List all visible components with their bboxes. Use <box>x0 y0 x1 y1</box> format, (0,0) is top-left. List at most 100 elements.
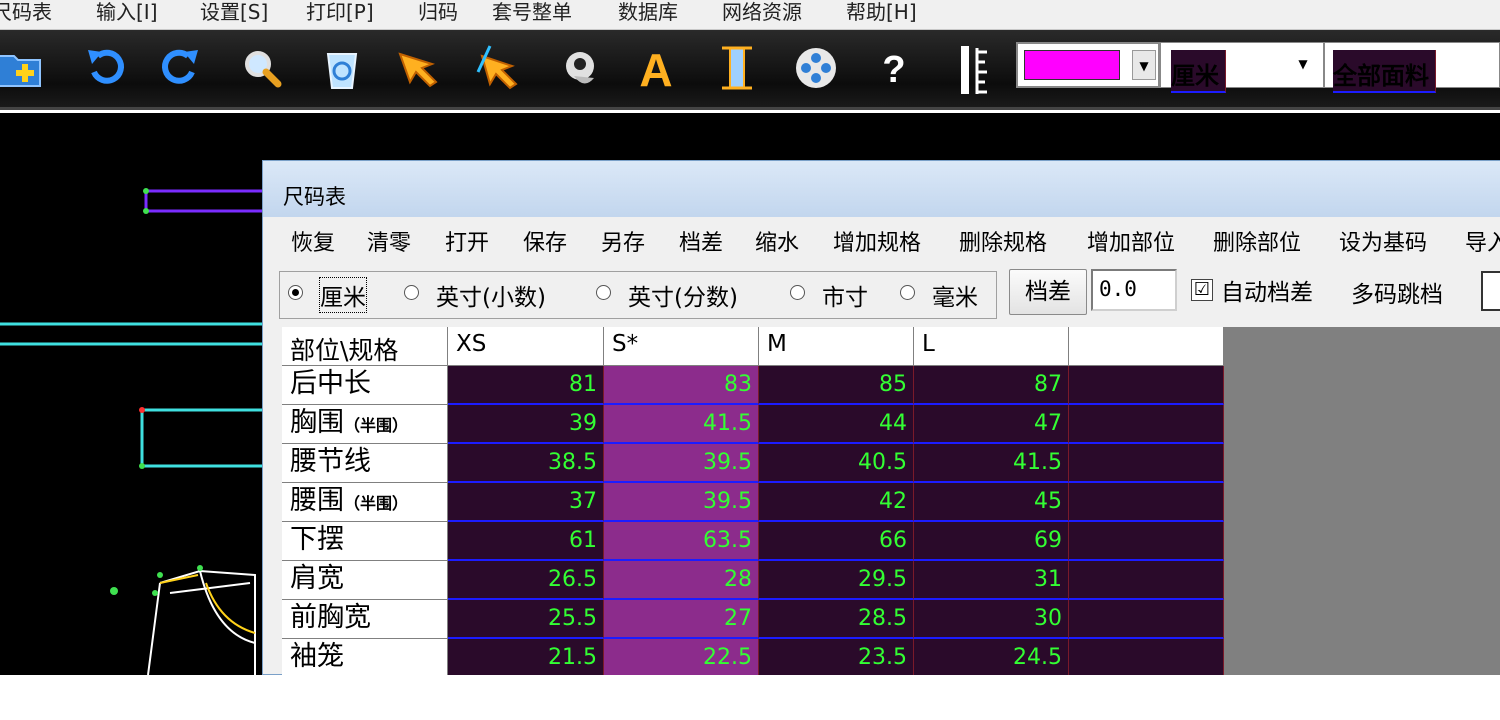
redo-icon[interactable] <box>154 42 206 94</box>
unit-label-inch-fraction[interactable]: 英寸(分数) <box>628 278 738 312</box>
size-column-header[interactable]: M <box>759 327 914 366</box>
unit-radio-inch-fraction[interactable] <box>596 285 611 300</box>
adjust-arrow-icon[interactable] <box>472 42 524 94</box>
undo-icon[interactable] <box>80 42 132 94</box>
measurement-cell[interactable] <box>1069 561 1224 600</box>
part-row-header[interactable]: 腰节线 <box>282 444 448 483</box>
measurement-cell[interactable]: 45 <box>914 483 1069 522</box>
measurement-cell[interactable]: 37 <box>448 483 604 522</box>
measurement-cell[interactable]: 69 <box>914 522 1069 561</box>
measurement-cell[interactable]: 26.5 <box>448 561 604 600</box>
save-button[interactable]: 保存 <box>523 225 567 257</box>
recycle-bin-icon[interactable] <box>316 42 368 94</box>
menu-size-chart[interactable]: 尺码表 <box>0 0 52 25</box>
measurement-cell[interactable]: 47 <box>914 405 1069 444</box>
ruler-icon[interactable] <box>955 42 995 98</box>
measurement-cell[interactable]: 28 <box>604 561 759 600</box>
measurement-cell[interactable]: 24.5 <box>914 639 1069 675</box>
measurement-cell[interactable] <box>1069 600 1224 639</box>
folder-add-icon[interactable] <box>0 42 46 94</box>
part-row-header[interactable]: 胸围（半围） <box>282 405 448 444</box>
measurement-cell[interactable]: 27 <box>604 600 759 639</box>
measurement-cell[interactable]: 44 <box>759 405 914 444</box>
measurement-cell[interactable]: 87 <box>914 366 1069 405</box>
unit-radio-shicun[interactable] <box>790 285 805 300</box>
menu-database[interactable]: 数据库 <box>618 0 678 25</box>
unit-label-cm[interactable]: 厘米 <box>319 277 367 313</box>
add-size-button[interactable]: 增加规格 <box>833 225 921 257</box>
measurement-cell[interactable]: 21.5 <box>448 639 604 675</box>
measurement-cell[interactable]: 66 <box>759 522 914 561</box>
measurement-cell[interactable]: 85 <box>759 366 914 405</box>
import-button[interactable]: 导入 <box>1465 225 1500 257</box>
help-icon[interactable]: ? <box>868 42 920 94</box>
delete-part-button[interactable]: 删除部位 <box>1213 225 1301 257</box>
grade-diff-button[interactable]: 档差 <box>679 225 723 257</box>
set-base-size-button[interactable]: 设为基码 <box>1339 225 1427 257</box>
zoom-icon[interactable] <box>236 42 288 94</box>
measurement-cell[interactable]: 40.5 <box>759 444 914 483</box>
chevron-down-icon[interactable]: ▼ <box>1291 49 1315 79</box>
chevron-down-icon[interactable]: ▼ <box>1132 50 1156 80</box>
measurement-cell[interactable]: 83 <box>604 366 759 405</box>
measurement-cell[interactable]: 42 <box>759 483 914 522</box>
menu-set-order[interactable]: 套号整单 <box>492 0 572 25</box>
menu-help[interactable]: 帮助[H] <box>846 0 917 25</box>
grade-diff-input[interactable]: 0.0 <box>1091 269 1177 311</box>
multi-skip-input[interactable] <box>1481 271 1500 311</box>
film-reel-icon[interactable] <box>790 42 842 94</box>
measurement-cell[interactable] <box>1069 405 1224 444</box>
measurement-cell[interactable]: 39.5 <box>604 483 759 522</box>
measurement-cell[interactable]: 30 <box>914 600 1069 639</box>
auto-grade-checkbox[interactable]: ☑ <box>1191 279 1213 301</box>
part-row-header[interactable]: 前胸宽 <box>282 600 448 639</box>
part-row-header[interactable]: 下摆 <box>282 522 448 561</box>
measurement-cell[interactable]: 25.5 <box>448 600 604 639</box>
size-column-header[interactable]: XS <box>448 327 604 366</box>
save-as-button[interactable]: 另存 <box>601 225 645 257</box>
measurement-cell[interactable] <box>1069 483 1224 522</box>
shrinkage-button[interactable]: 缩水 <box>755 225 799 257</box>
unit-label-inch-decimal[interactable]: 英寸(小数) <box>436 278 546 312</box>
measurement-cell[interactable]: 38.5 <box>448 444 604 483</box>
delete-size-button[interactable]: 删除规格 <box>959 225 1047 257</box>
dialog-title-bar[interactable]: 尺码表 <box>263 161 1500 217</box>
measurement-cell[interactable]: 29.5 <box>759 561 914 600</box>
grade-diff-apply-button[interactable]: 档差 <box>1009 269 1087 315</box>
measurement-cell[interactable]: 81 <box>448 366 604 405</box>
measurement-cell[interactable]: 22.5 <box>604 639 759 675</box>
size-column-header[interactable]: S* <box>604 327 759 366</box>
unit-radio-cm[interactable] <box>288 285 303 300</box>
measurement-cell[interactable]: 23.5 <box>759 639 914 675</box>
size-column-header[interactable]: L <box>914 327 1069 366</box>
menu-grading[interactable]: 归码 <box>418 0 458 25</box>
restore-button[interactable]: 恢复 <box>291 225 335 257</box>
unit-label-mm[interactable]: 毫米 <box>932 278 978 312</box>
measurement-cell[interactable]: 61 <box>448 522 604 561</box>
measurement-cell[interactable]: 39 <box>448 405 604 444</box>
fabric-select[interactable]: 全部面料 <box>1324 42 1500 93</box>
measurement-cell[interactable] <box>1069 444 1224 483</box>
unit-label-shicun[interactable]: 市寸 <box>822 278 868 312</box>
rotate-icon[interactable] <box>554 42 606 94</box>
add-part-button[interactable]: 增加部位 <box>1087 225 1175 257</box>
part-row-header[interactable]: 肩宽 <box>282 561 448 600</box>
unit-select[interactable]: 厘米 ▼ <box>1160 42 1324 93</box>
measurement-cell[interactable]: 28.5 <box>759 600 914 639</box>
menu-settings[interactable]: 设置[S] <box>200 0 268 25</box>
select-arrow-icon[interactable] <box>392 42 444 94</box>
clear-button[interactable]: 清零 <box>367 225 411 257</box>
text-icon[interactable]: A <box>630 42 682 96</box>
measurement-cell[interactable]: 41.5 <box>914 444 1069 483</box>
measurement-cell[interactable]: 39.5 <box>604 444 759 483</box>
unit-radio-mm[interactable] <box>900 285 915 300</box>
menu-web-resources[interactable]: 网络资源 <box>722 0 802 25</box>
open-button[interactable]: 打开 <box>445 225 489 257</box>
measure-icon[interactable] <box>712 42 764 94</box>
measurement-cell[interactable]: 31 <box>914 561 1069 600</box>
part-row-header[interactable]: 袖笼 <box>282 639 448 675</box>
unit-radio-inch-decimal[interactable] <box>404 285 419 300</box>
measurement-cell[interactable]: 63.5 <box>604 522 759 561</box>
menu-print[interactable]: 打印[P] <box>306 0 374 25</box>
size-column-header[interactable] <box>1069 327 1224 366</box>
